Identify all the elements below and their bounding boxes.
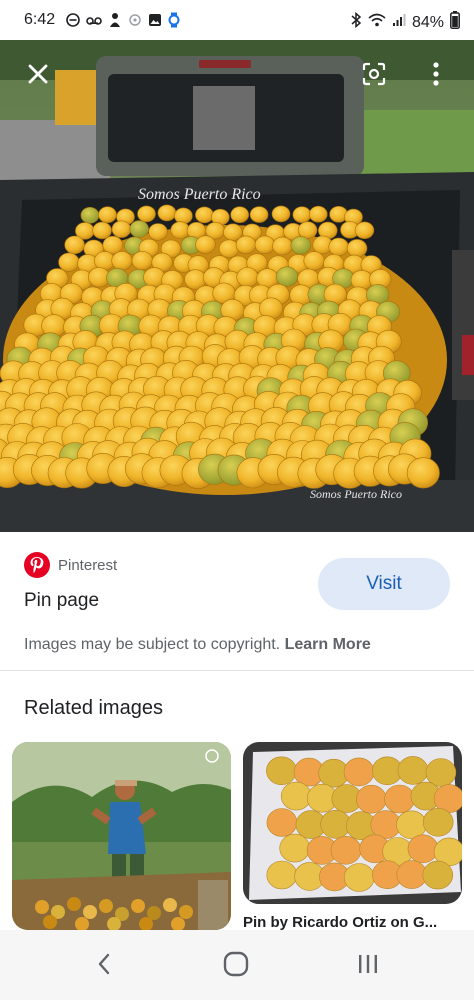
mango (422, 808, 454, 837)
mango (157, 204, 177, 222)
mango (174, 207, 193, 225)
close-icon (28, 64, 48, 84)
mango (254, 235, 276, 255)
wifi-icon (368, 13, 386, 32)
notification-icons (66, 12, 180, 33)
more-vert-icon (433, 62, 439, 86)
status-time: 6:42 (24, 11, 56, 28)
mango (279, 833, 311, 863)
mango (343, 863, 375, 892)
mango (111, 220, 132, 238)
mango (425, 758, 457, 787)
mango (280, 781, 312, 811)
recents-icon (359, 955, 377, 973)
copyright-notice: Images may be subject to copyright. Lear… (24, 636, 371, 654)
visit-button[interactable]: Visit (318, 558, 450, 610)
image-viewer[interactable]: Somos Puerto Rico Somos Puerto Rico (0, 40, 474, 532)
more-options-button[interactable] (418, 56, 454, 92)
close-button[interactable] (20, 56, 56, 92)
lens-icon (362, 62, 386, 86)
mango (266, 808, 298, 837)
mango (406, 457, 440, 489)
recents-button[interactable] (348, 948, 388, 980)
watermark-bottom: Somos Puerto Rico (310, 487, 402, 501)
source-site-name: Pinterest (58, 556, 118, 574)
mango (195, 206, 214, 224)
dnd-icon (66, 13, 80, 32)
related-image-2[interactable] (243, 742, 462, 904)
mango (98, 206, 117, 223)
main-image: Somos Puerto Rico Somos Puerto Rico (0, 40, 474, 532)
mango (396, 860, 428, 889)
pinterest-icon (24, 552, 50, 578)
mango (111, 251, 133, 271)
mango (92, 221, 112, 240)
bluetooth-icon (350, 11, 362, 33)
sync-icon (128, 13, 142, 32)
notification-app-icon (108, 12, 122, 33)
status-bar: 6:42 84% (0, 0, 474, 40)
mango (249, 206, 269, 223)
mango (266, 756, 297, 786)
mango (236, 267, 259, 288)
home-icon (223, 951, 249, 977)
copyright-text: Images may be subject to copyright. (24, 636, 285, 653)
mango (384, 784, 415, 814)
divider (0, 670, 474, 671)
signal-icon (392, 13, 406, 32)
voicemail-icon (86, 14, 102, 32)
lens-button[interactable] (356, 56, 392, 92)
mango (275, 266, 299, 287)
mango (148, 223, 168, 241)
home-button[interactable] (216, 948, 256, 980)
mango (58, 252, 80, 272)
page-title[interactable]: Pin page (24, 590, 99, 612)
mango (195, 235, 216, 254)
mango (230, 206, 249, 223)
mango (308, 205, 328, 223)
mango (102, 235, 124, 255)
mango (397, 756, 429, 785)
system-icons: 84% (350, 11, 460, 34)
mango (290, 236, 311, 255)
related-image-2-caption[interactable]: Pin by Ricardo Ortiz on G... (243, 914, 437, 931)
learn-more-link[interactable]: Learn More (285, 636, 371, 653)
mango (272, 236, 293, 256)
mango (356, 784, 387, 814)
gallery-icon (148, 13, 162, 32)
mango (303, 251, 325, 271)
mango (64, 235, 85, 255)
mango (266, 860, 298, 890)
mango (235, 235, 257, 255)
mango (271, 205, 291, 223)
mango (354, 221, 375, 240)
mango (330, 836, 362, 865)
back-icon (98, 953, 110, 975)
mango (328, 237, 349, 257)
related-image-1[interactable] (12, 742, 231, 930)
battery-percent: 84% (411, 13, 444, 31)
mango (407, 834, 439, 864)
mango (80, 207, 100, 224)
back-button[interactable] (84, 948, 124, 980)
watch-icon (168, 12, 180, 33)
watermark-top: Somos Puerto Rico (138, 186, 261, 203)
mango (129, 220, 149, 238)
mango (292, 206, 312, 223)
battery-icon (450, 11, 460, 34)
mango (131, 251, 153, 271)
mango (346, 239, 368, 258)
mango (170, 221, 190, 239)
mango (422, 860, 454, 890)
mango (343, 757, 375, 787)
related-images-heading: Related images (24, 697, 163, 719)
mango (218, 239, 240, 258)
mango (137, 205, 156, 223)
source-site[interactable]: Pinterest (24, 552, 117, 578)
mango (297, 221, 318, 239)
